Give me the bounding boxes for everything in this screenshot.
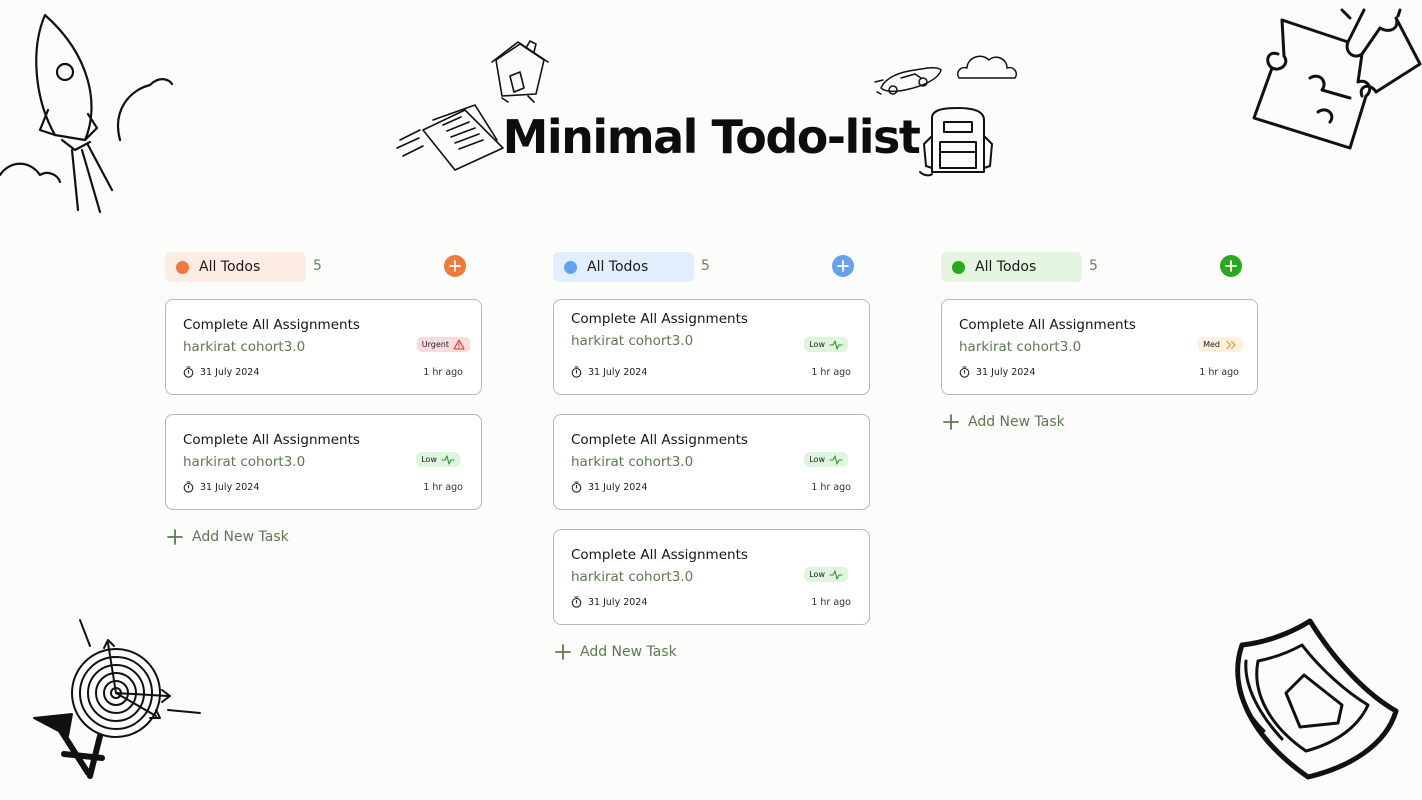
car-doodle <box>874 62 945 102</box>
todo-column-green: All Todos 5 Complete All Assignments har… <box>941 252 1258 430</box>
column-filter-pill[interactable]: All Todos <box>553 252 694 282</box>
page-title: Minimal Todo-list <box>502 110 921 164</box>
stopwatch-icon <box>571 481 582 493</box>
task-date: 31 July 2024 <box>183 366 259 378</box>
time-ago: 1 hr ago <box>423 367 463 378</box>
shield-doodle <box>1218 615 1408 783</box>
priority-label: Low <box>809 570 825 579</box>
task-date: 31 July 2024 <box>959 366 1035 378</box>
column-label: All Todos <box>975 259 1037 275</box>
priority-label: Urgent <box>421 340 449 349</box>
time-ago: 1 hr ago <box>1199 367 1239 378</box>
date-label: 31 July 2024 <box>976 366 1036 378</box>
priority-badge: Med <box>1198 337 1243 352</box>
task-title: Complete All Assignments <box>571 432 748 448</box>
column-label: All Todos <box>199 259 261 275</box>
date-label: 31 July 2024 <box>200 366 260 378</box>
task-subtitle: harkirat cohort3.0 <box>571 454 694 470</box>
plus-icon <box>449 260 461 272</box>
task-card[interactable]: Complete All Assignments harkirat cohort… <box>165 414 482 510</box>
plus-icon <box>167 529 183 545</box>
column-header: All Todos 5 <box>553 252 870 282</box>
priority-badge: Low <box>804 567 848 582</box>
status-dot <box>176 260 189 274</box>
task-title: Complete All Assignments <box>183 432 360 448</box>
priority-label: Low <box>809 340 825 349</box>
add-task-label: Add New Task <box>192 529 289 545</box>
priority-label: Low <box>809 455 825 464</box>
task-card[interactable]: Complete All Assignments harkirat cohort… <box>941 299 1258 395</box>
add-new-task-button[interactable]: Add New Task <box>943 414 1258 430</box>
column-header: All Todos 5 <box>165 252 482 282</box>
time-ago: 1 hr ago <box>811 597 851 608</box>
column-header: All Todos 5 <box>941 252 1258 282</box>
add-new-task-button[interactable]: Add New Task <box>555 644 870 660</box>
pulse-icon <box>829 569 843 580</box>
priority-label: Med <box>1203 340 1220 349</box>
plus-icon <box>1225 260 1237 272</box>
date-label: 31 July 2024 <box>588 366 648 378</box>
task-date: 31 July 2024 <box>571 366 647 378</box>
task-card[interactable]: Complete All Assignments harkirat cohort… <box>165 299 482 395</box>
task-subtitle: harkirat cohort3.0 <box>571 333 694 349</box>
task-subtitle: harkirat cohort3.0 <box>183 339 306 355</box>
add-task-label: Add New Task <box>968 414 1065 430</box>
task-title: Complete All Assignments <box>183 317 360 333</box>
add-todo-button[interactable] <box>444 255 466 277</box>
stopwatch-icon <box>183 366 194 378</box>
priority-badge: Low <box>804 452 848 467</box>
task-title: Complete All Assignments <box>571 547 748 563</box>
column-label: All Todos <box>587 259 649 275</box>
task-date: 31 July 2024 <box>183 481 259 493</box>
priority-badge: Urgent <box>416 337 470 352</box>
priority-label: Low <box>421 455 437 464</box>
plus-icon <box>837 260 849 272</box>
time-ago: 1 hr ago <box>811 482 851 493</box>
stopwatch-icon <box>183 481 194 493</box>
stopwatch-icon <box>959 366 970 378</box>
time-ago: 1 hr ago <box>423 482 463 493</box>
stopwatch-icon <box>571 596 582 608</box>
column-count: 5 <box>313 258 322 274</box>
warning-icon <box>453 339 465 350</box>
cloud-doodle <box>955 50 1021 84</box>
house-doodle <box>488 38 550 104</box>
task-card[interactable]: Complete All Assignments harkirat cohort… <box>553 529 870 625</box>
target-doodle <box>28 618 206 783</box>
column-count: 5 <box>1089 258 1098 274</box>
double-chevron-right-icon <box>1226 340 1236 349</box>
task-title: Complete All Assignments <box>571 311 748 327</box>
pulse-icon <box>441 454 455 465</box>
task-card[interactable]: Complete All Assignments harkirat cohort… <box>553 414 870 510</box>
add-task-label: Add New Task <box>580 644 677 660</box>
column-filter-pill[interactable]: All Todos <box>941 252 1082 282</box>
status-dot <box>564 260 577 274</box>
plus-icon <box>555 644 571 660</box>
todo-column-blue: All Todos 5 Complete All Assignments har… <box>553 252 870 660</box>
add-new-task-button[interactable]: Add New Task <box>167 529 482 545</box>
task-subtitle: harkirat cohort3.0 <box>959 339 1082 355</box>
date-label: 31 July 2024 <box>588 481 648 493</box>
add-todo-button[interactable] <box>1220 255 1242 277</box>
task-date: 31 July 2024 <box>571 596 647 608</box>
stopwatch-icon <box>571 366 582 378</box>
date-label: 31 July 2024 <box>200 481 260 493</box>
status-dot <box>952 260 965 274</box>
pulse-icon <box>829 454 843 465</box>
priority-badge: Low <box>804 337 848 352</box>
task-card[interactable]: Complete All Assignments harkirat cohort… <box>553 299 870 395</box>
task-subtitle: harkirat cohort3.0 <box>571 569 694 585</box>
column-count: 5 <box>701 258 710 274</box>
priority-badge: Low <box>416 452 460 467</box>
todo-column-orange: All Todos 5 Complete All Assignments har… <box>165 252 482 545</box>
task-title: Complete All Assignments <box>959 317 1136 333</box>
plus-icon <box>943 414 959 430</box>
column-filter-pill[interactable]: All Todos <box>165 252 306 282</box>
pulse-icon <box>829 339 843 350</box>
time-ago: 1 hr ago <box>811 367 851 378</box>
task-date: 31 July 2024 <box>571 481 647 493</box>
add-todo-button[interactable] <box>832 255 854 277</box>
date-label: 31 July 2024 <box>588 596 648 608</box>
task-subtitle: harkirat cohort3.0 <box>183 454 306 470</box>
